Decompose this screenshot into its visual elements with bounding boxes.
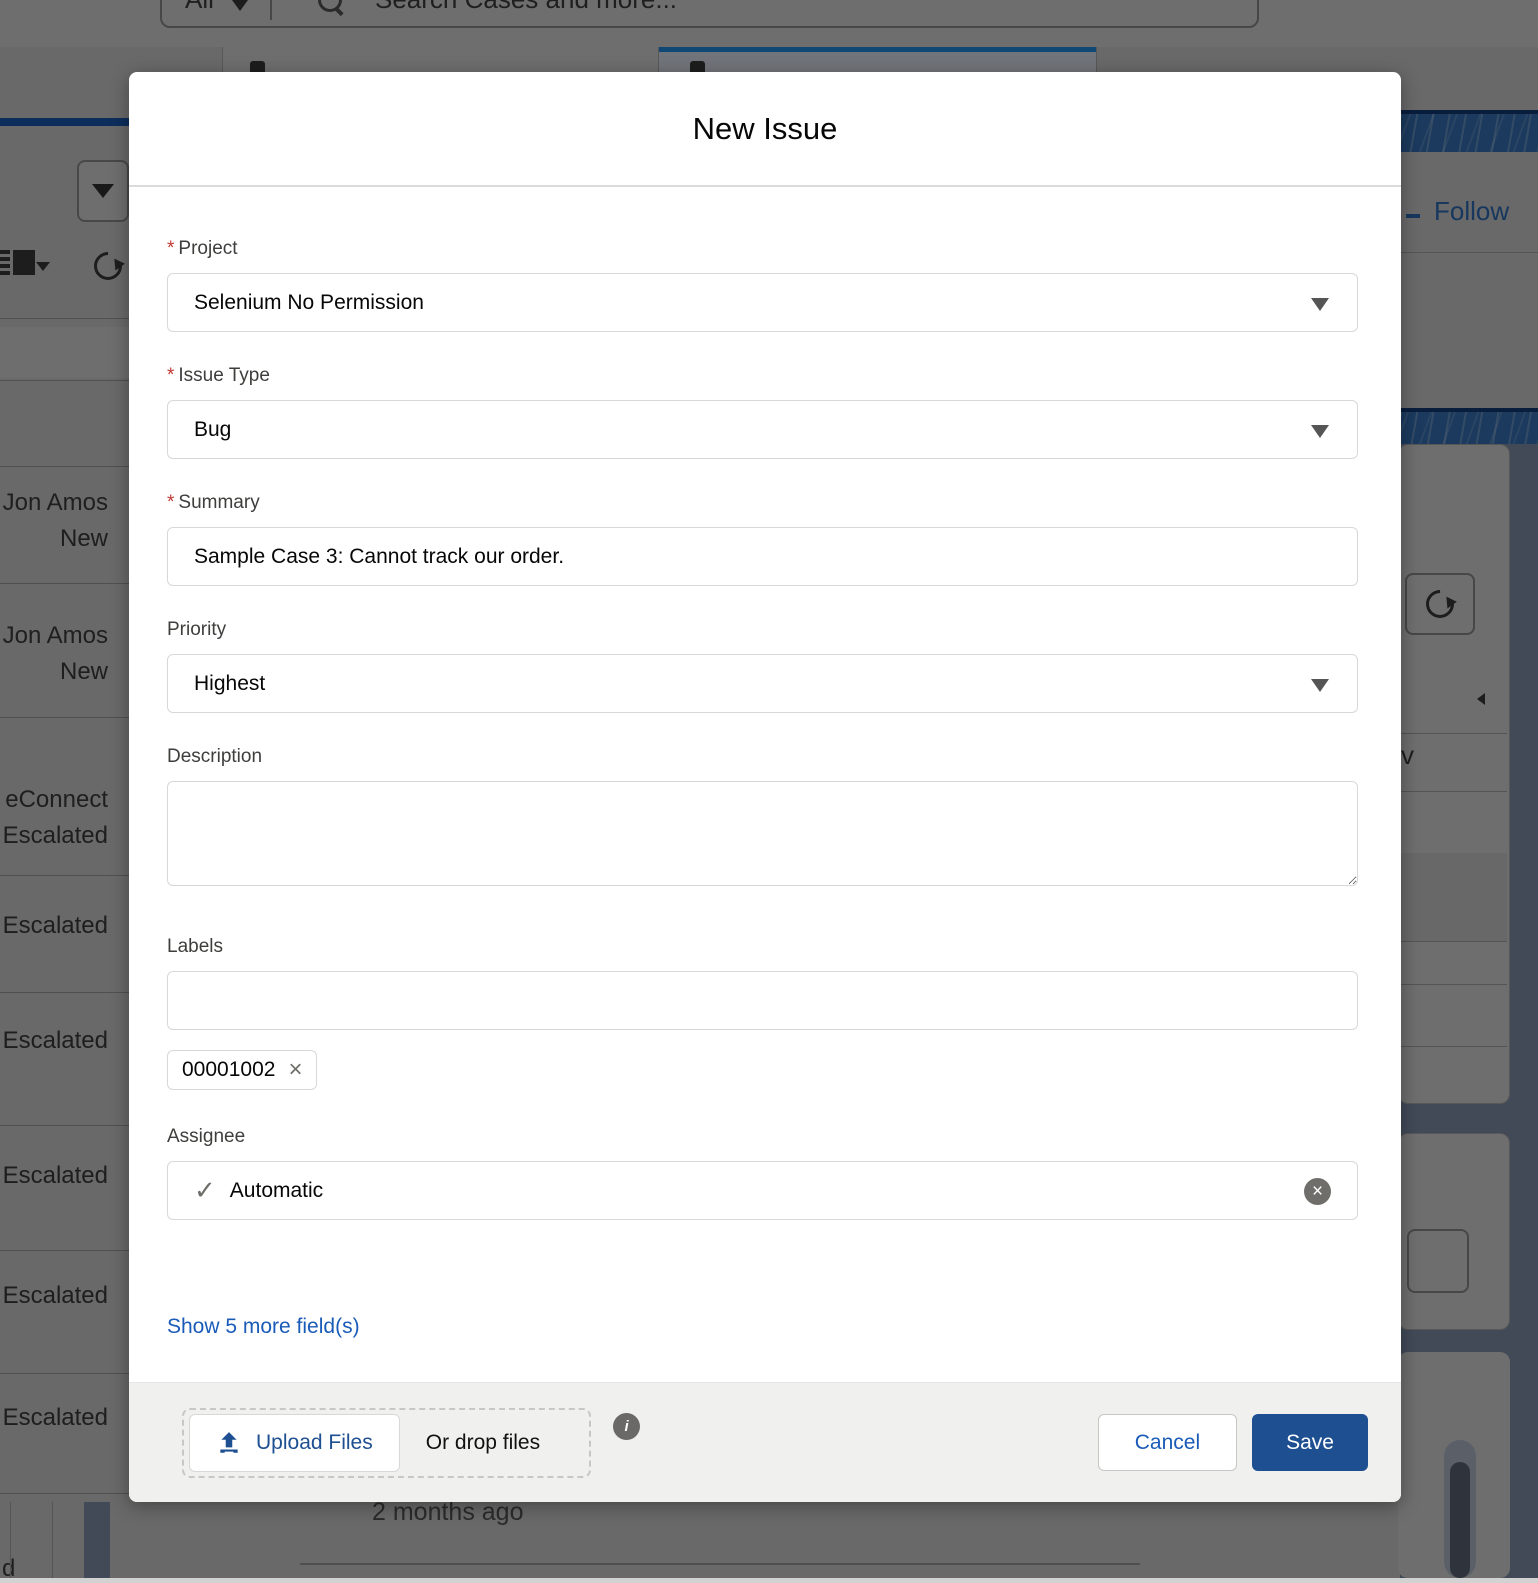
required-asterisk: * bbox=[167, 365, 174, 387]
description-textarea[interactable] bbox=[167, 781, 1358, 886]
required-asterisk: * bbox=[167, 492, 174, 514]
chevron-down-icon bbox=[1311, 298, 1329, 311]
required-asterisk: * bbox=[167, 238, 174, 260]
summary-field-group: * Summary bbox=[167, 492, 1358, 586]
labels-pill-row: 00001002 × bbox=[167, 1050, 1358, 1090]
show-more-fields-link[interactable]: Show 5 more field(s) bbox=[167, 1315, 360, 1339]
labels-search-input[interactable] bbox=[167, 971, 1358, 1030]
priority-value: Highest bbox=[194, 672, 265, 696]
label-pill[interactable]: 00001002 × bbox=[167, 1050, 317, 1090]
priority-combobox[interactable]: Highest bbox=[167, 654, 1358, 713]
issue-type-combobox[interactable]: Bug bbox=[167, 400, 1358, 459]
modal-body: * Project Selenium No Permission * Issue… bbox=[129, 187, 1401, 1382]
upload-files-button[interactable]: Upload Files bbox=[189, 1414, 400, 1472]
remove-pill-icon[interactable]: × bbox=[288, 1058, 302, 1082]
modal-header: New Issue bbox=[129, 72, 1401, 187]
cancel-button[interactable]: Cancel bbox=[1098, 1414, 1237, 1471]
assignee-value: Automatic bbox=[230, 1179, 323, 1203]
check-icon: ✓ bbox=[194, 1175, 216, 1206]
assignee-label: Assignee bbox=[167, 1126, 1358, 1148]
modal-footer: Upload Files Or drop files i Cancel Save bbox=[129, 1382, 1401, 1502]
issue-type-label: * Issue Type bbox=[167, 365, 1358, 387]
issue-type-value: Bug bbox=[194, 418, 231, 442]
description-field-group: Description bbox=[167, 746, 1358, 891]
clear-assignee-icon[interactable]: × bbox=[1304, 1178, 1331, 1205]
issue-type-field-group: * Issue Type Bug bbox=[167, 365, 1358, 459]
assignee-combobox[interactable]: ✓ Automatic × bbox=[167, 1161, 1358, 1220]
summary-input[interactable] bbox=[167, 527, 1358, 586]
save-button[interactable]: Save bbox=[1252, 1414, 1368, 1471]
labels-label: Labels bbox=[167, 936, 1358, 958]
new-issue-modal: New Issue * Project Selenium No Permissi… bbox=[129, 72, 1401, 1502]
project-field-group: * Project Selenium No Permission bbox=[167, 238, 1358, 332]
chevron-down-icon bbox=[1311, 425, 1329, 438]
modal-title: New Issue bbox=[693, 111, 838, 147]
upload-icon bbox=[216, 1430, 242, 1456]
project-value: Selenium No Permission bbox=[194, 291, 424, 315]
drop-files-text: Or drop files bbox=[426, 1431, 540, 1455]
label-pill-text: 00001002 bbox=[182, 1058, 275, 1082]
priority-field-group: Priority Highest bbox=[167, 619, 1358, 713]
summary-label: * Summary bbox=[167, 492, 1358, 514]
info-icon[interactable]: i bbox=[613, 1413, 640, 1440]
project-combobox[interactable]: Selenium No Permission bbox=[167, 273, 1358, 332]
description-label: Description bbox=[167, 746, 1358, 768]
priority-label: Priority bbox=[167, 619, 1358, 641]
project-label: * Project bbox=[167, 238, 1358, 260]
labels-field-group: Labels 00001002 × bbox=[167, 936, 1358, 1090]
chevron-down-icon bbox=[1311, 679, 1329, 692]
assignee-field-group: Assignee ✓ Automatic × bbox=[167, 1126, 1358, 1220]
file-dropzone[interactable]: Upload Files Or drop files bbox=[182, 1408, 591, 1478]
